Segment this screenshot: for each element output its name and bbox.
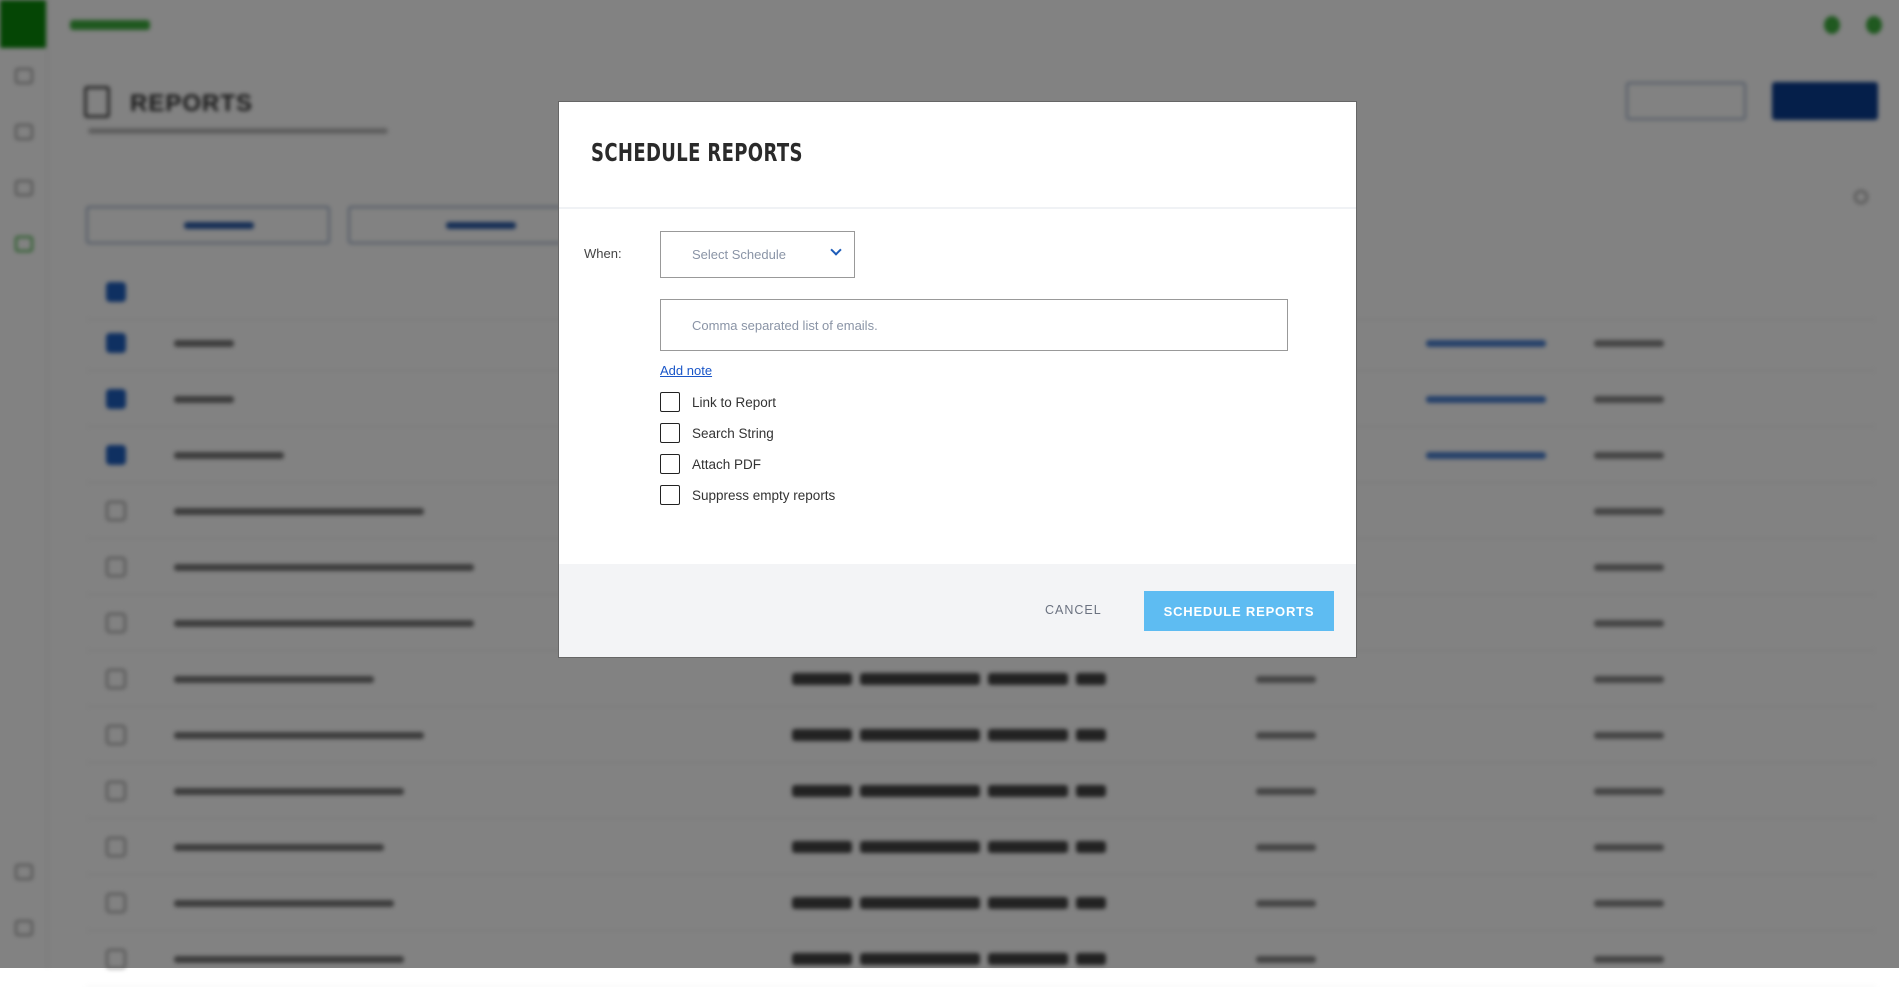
dialog-header: SCHEDULE REPORTS (559, 102, 1356, 209)
option-search-string[interactable]: Search String (660, 423, 774, 443)
option-label: Link to Report (692, 395, 776, 410)
dialog-footer: CANCEL SCHEDULE REPORTS (559, 564, 1356, 657)
checkbox[interactable] (660, 423, 680, 443)
schedule-reports-button[interactable]: SCHEDULE REPORTS (1144, 591, 1334, 631)
checkbox[interactable] (660, 454, 680, 474)
schedule-select-placeholder: Select Schedule (692, 247, 786, 262)
option-label: Attach PDF (692, 457, 761, 472)
checkbox[interactable] (660, 485, 680, 505)
option-label: Suppress empty reports (692, 488, 835, 503)
checkbox[interactable] (660, 392, 680, 412)
option-suppress-empty-reports[interactable]: Suppress empty reports (660, 485, 835, 505)
chevron-down-icon (830, 244, 841, 255)
option-label: Search String (692, 426, 774, 441)
option-link-to-report[interactable]: Link to Report (660, 392, 776, 412)
dialog-title: SCHEDULE REPORTS (591, 138, 803, 167)
emails-input[interactable] (660, 299, 1288, 351)
schedule-reports-dialog: SCHEDULE REPORTS When: Select Schedule A… (558, 101, 1357, 658)
schedule-select[interactable]: Select Schedule (660, 231, 855, 278)
add-note-link[interactable]: Add note (660, 363, 712, 378)
when-label: When: (584, 246, 622, 261)
cancel-button[interactable]: CANCEL (1045, 603, 1102, 617)
option-attach-pdf[interactable]: Attach PDF (660, 454, 761, 474)
